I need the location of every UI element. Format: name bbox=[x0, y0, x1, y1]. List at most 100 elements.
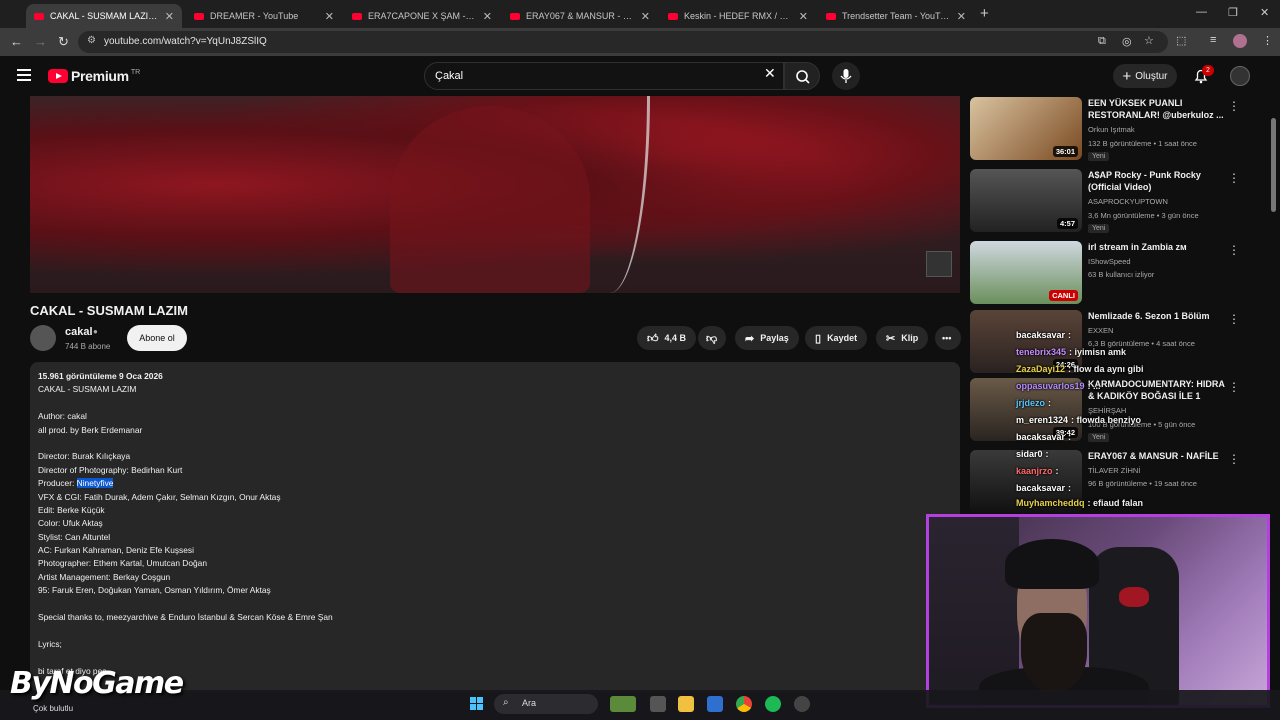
close-window-icon[interactable]: ✕ bbox=[1260, 6, 1269, 19]
reload-icon[interactable]: ↻ bbox=[58, 34, 69, 50]
streamer-webcam bbox=[926, 514, 1270, 708]
spotify-icon[interactable] bbox=[765, 696, 781, 712]
weather-text: Çok bulutlu bbox=[33, 704, 74, 713]
more-actions-button[interactable]: ••• bbox=[935, 326, 961, 350]
store-icon[interactable] bbox=[707, 696, 723, 712]
video-player[interactable] bbox=[30, 96, 960, 293]
save-button[interactable]: ▯ Kaydet bbox=[805, 326, 868, 350]
file-explorer-icon[interactable] bbox=[678, 696, 694, 712]
dislike-button[interactable]: 👎︎ bbox=[698, 326, 726, 350]
chat-message: oppasuvarlos19: ... bbox=[1016, 381, 1101, 391]
search-icon bbox=[796, 70, 810, 84]
stream-chat-overlay: bacaksavar: tenebrix345: iyimisn amk Zaz… bbox=[1016, 330, 1246, 514]
video-thumbnail[interactable]: 4:57 bbox=[970, 169, 1082, 232]
description-line: AC: Furkan Kahraman, Deniz Efe Kuşsesi bbox=[38, 545, 194, 556]
taskbar-search[interactable]: ⌕ Ara bbox=[494, 694, 598, 714]
search-icon: ⌕ bbox=[503, 697, 509, 708]
profile-avatar[interactable] bbox=[1233, 34, 1247, 48]
description-line: Stylist: Can Altuntel bbox=[38, 531, 111, 542]
description-line bbox=[38, 624, 952, 637]
description-line: Color: Ufuk Aktaş bbox=[38, 518, 103, 529]
more-vert-icon[interactable]: ⋮ bbox=[1228, 243, 1240, 257]
thumbs-up-icon: 👍︎ bbox=[647, 332, 659, 345]
install-app-icon[interactable]: ⧉ bbox=[1098, 35, 1106, 48]
tracking-icon[interactable]: ◎ bbox=[1122, 35, 1132, 48]
search-input[interactable]: Çakal bbox=[424, 62, 784, 90]
chat-message: Muyhamcheddq: efiaud falan bbox=[1016, 498, 1144, 508]
description-line bbox=[38, 437, 952, 450]
account-avatar[interactable] bbox=[1230, 66, 1250, 86]
clip-button[interactable]: ✂ Klip bbox=[876, 326, 929, 350]
tab-close-icon[interactable]: ✕ bbox=[483, 10, 492, 23]
subscribe-button[interactable]: Abone ol bbox=[127, 325, 187, 351]
minimize-icon[interactable]: — bbox=[1196, 6, 1207, 18]
description-line: 95: Faruk Eren, Doğukan Yaman, Osman Yıl… bbox=[38, 585, 271, 596]
menu-icon[interactable] bbox=[17, 69, 31, 84]
create-button[interactable]: + Oluştur bbox=[1113, 64, 1177, 88]
description-line bbox=[38, 651, 952, 664]
tab-close-icon[interactable]: ✕ bbox=[165, 10, 174, 23]
tab-close-icon[interactable]: ✕ bbox=[325, 10, 334, 23]
video-overlay-thumbnail bbox=[926, 251, 952, 277]
taskbar-widget-icon[interactable] bbox=[610, 696, 636, 712]
like-button[interactable]: 👍︎ 4,4 B bbox=[637, 326, 697, 350]
description-line: Edit: Berke Küçük bbox=[38, 504, 105, 515]
youtube-favicon-icon bbox=[34, 12, 44, 20]
youtube-favicon-icon bbox=[194, 12, 204, 20]
browser-tab-era7capone[interactable]: ERA7CAPONE X ŞAM - BANA S... ✕ bbox=[344, 4, 500, 28]
more-vert-icon[interactable]: ⋮ bbox=[1228, 171, 1240, 185]
recommendation-item[interactable]: 4:57 A$AP Rocky - Punk Rocky (Official V… bbox=[970, 169, 1250, 235]
tab-close-icon[interactable]: ✕ bbox=[799, 10, 808, 23]
more-vert-icon[interactable]: ⋮ bbox=[1228, 99, 1240, 113]
video-thumbnail[interactable]: CANLI bbox=[970, 241, 1082, 304]
browser-tab-dreamer[interactable]: DREAMER - YouTube ✕ bbox=[186, 4, 342, 28]
search-button[interactable] bbox=[784, 62, 820, 90]
video-title: CAKAL - SUSMAM LAZIM bbox=[30, 303, 188, 318]
chat-message: jrjdezo: bbox=[1016, 398, 1052, 408]
selected-text: Ninetyfive bbox=[76, 478, 114, 489]
tab-close-icon[interactable]: ✕ bbox=[957, 10, 966, 23]
tab-close-icon[interactable]: ✕ bbox=[641, 10, 650, 23]
youtube-premium-logo[interactable]: Premium TR bbox=[48, 68, 140, 84]
reading-list-icon[interactable]: ≡ bbox=[1210, 34, 1216, 46]
description-line: CAKAL - SUSMAM LAZIM bbox=[38, 384, 137, 395]
recommendation-item[interactable]: 36:01 EEN YÜKSEK PUANLI RESTORANLAR! @ub… bbox=[970, 97, 1250, 163]
app-icon[interactable] bbox=[794, 696, 810, 712]
video-frame-figure bbox=[390, 106, 590, 293]
description-meta: 15.961 görüntüleme 9 Oca 2026 bbox=[38, 371, 163, 381]
address-bar[interactable]: ⚙ youtube.com/watch?v=YqUnJ8ZSlIQ ⧉ ◎ ☆ bbox=[78, 31, 1168, 53]
extensions-icon[interactable]: ⬚ bbox=[1176, 34, 1186, 47]
description-line: Director: Burak Kılıçkaya bbox=[38, 451, 131, 462]
share-button[interactable]: ➦ Paylaş bbox=[735, 326, 799, 350]
recommendation-item[interactable]: CANLI irl stream in Zambia ᴢᴍ IShowSpeed… bbox=[970, 241, 1250, 307]
browser-menu-icon[interactable]: ⋮ bbox=[1262, 34, 1273, 47]
new-tab-icon[interactable]: + bbox=[980, 5, 989, 22]
chat-message: bacaksavar: bbox=[1016, 432, 1072, 442]
browser-tab-cakal[interactable]: CAKAL - SUSMAM LAZIM - YouTube ✕ bbox=[26, 4, 182, 28]
description-line: Photographer: Ethem Kartal, Umutcan Doğa… bbox=[38, 558, 207, 569]
site-info-icon[interactable]: ⚙ bbox=[87, 35, 96, 46]
task-view-icon[interactable] bbox=[650, 696, 666, 712]
video-thumbnail[interactable]: 36:01 bbox=[970, 97, 1082, 160]
browser-tab-keskin[interactable]: Keskin - HEDEF RMX / PROD. E... ✕ bbox=[660, 4, 816, 28]
chat-message: bacaksavar: bbox=[1016, 330, 1072, 340]
clear-search-icon[interactable]: ✕ bbox=[764, 65, 776, 82]
voice-search-button[interactable] bbox=[832, 62, 860, 90]
bookmark-star-icon[interactable]: ☆ bbox=[1144, 34, 1154, 47]
video-description[interactable]: 15.961 görüntüleme 9 Oca 2026 CAKAL - SU… bbox=[30, 362, 960, 692]
notification-count-badge: 2 bbox=[1202, 65, 1214, 76]
forward-icon[interactable]: → bbox=[34, 34, 47, 49]
more-vert-icon[interactable]: ⋮ bbox=[1228, 312, 1240, 326]
browser-tab-eray067[interactable]: ERAY067 & MANSUR - NAFİLE ✕ bbox=[502, 4, 658, 28]
chrome-icon[interactable] bbox=[736, 696, 752, 712]
youtube-favicon-icon bbox=[826, 12, 836, 20]
back-icon[interactable]: ← bbox=[10, 34, 23, 49]
page-scrollbar[interactable] bbox=[1271, 118, 1276, 212]
description-line: VFX & CGI: Fatih Durak, Adem Çakır, Selm… bbox=[38, 491, 281, 502]
channel-name[interactable]: cakal bbox=[65, 326, 93, 338]
maximize-icon[interactable]: ❐ bbox=[1228, 6, 1238, 19]
browser-tab-trendsetter[interactable]: Trendsetter Team - YouTube ✕ bbox=[818, 4, 974, 28]
windows-start-icon[interactable] bbox=[470, 697, 484, 711]
description-line: all prod. by Berk Erdemanar bbox=[38, 424, 143, 435]
channel-avatar[interactable] bbox=[30, 325, 56, 351]
